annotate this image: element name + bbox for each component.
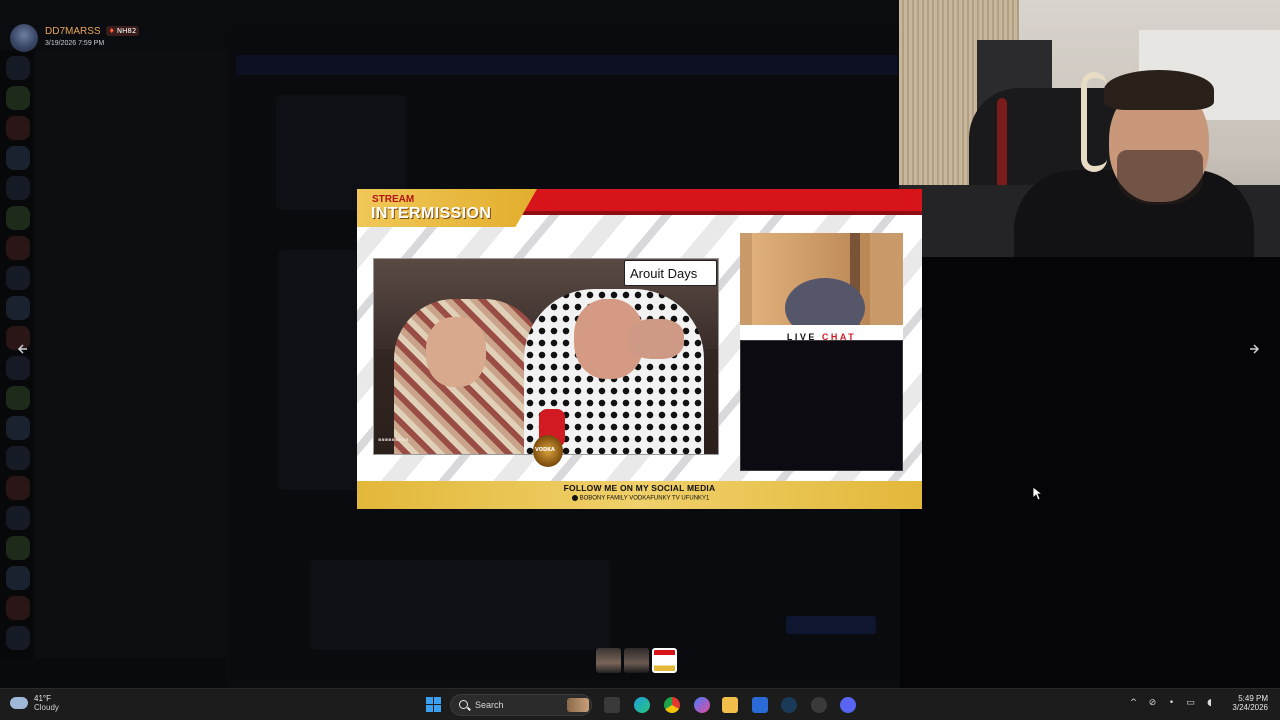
streamer-cam-box [740,233,903,325]
cloud-icon [10,697,28,709]
display-icon[interactable]: ▭ [1185,698,1196,709]
user-panel [0,658,226,688]
server-icon [6,476,30,500]
footer-handles-text: BOBONY FAMILY VODKAFUNKY TV UFUNKY1 [579,495,710,502]
server-icon [6,296,30,320]
viewing-older-messages [648,616,898,634]
next-image-button[interactable] [1245,340,1263,358]
red-band-shadow [507,211,922,215]
network-icon[interactable]: ⊘ [1147,698,1158,709]
image-viewer[interactable]: STREAM INTERMISSION ▪▪▪▪▪▪▪▪▪ VODKA Arou… [357,189,922,509]
file-explorer-icon[interactable] [722,697,738,713]
channel-list [36,50,226,680]
windows-start-button[interactable] [426,697,442,713]
flame-icon: ♦ [108,27,115,35]
taskbar-search[interactable]: Search [450,694,592,716]
message-timestamp: 3/19/2026 7:59 PM [45,40,105,47]
intermission-title: INTERMISSION [371,205,492,222]
weather-condition: Cloudy [34,703,59,712]
live-chat-label: LIVE CHAT [740,325,903,342]
video-caption-text: Arouit Days [630,266,698,281]
server-icon [6,176,30,200]
server-tag-badge: ♦ NH82 [105,26,140,36]
server-icon [6,446,30,470]
weather-widget[interactable]: 41°F Cloudy [10,694,59,712]
search-highlight-icon [567,698,589,712]
server-icon [6,236,30,260]
notice-banner [236,55,898,75]
thumbnail-selected[interactable] [652,648,677,673]
search-label: Search [475,700,504,710]
server-icon [6,416,30,440]
jump-to-present-button[interactable] [786,616,876,634]
server-icon [6,506,30,530]
video-caption: Arouit Days [624,260,717,286]
chrome-icon[interactable] [664,697,680,713]
author-name[interactable]: DD7MARSS [45,26,101,37]
webcam-overlay [899,0,1280,257]
server-icon [6,206,30,230]
server-icon [6,536,30,560]
red-band [517,189,922,213]
volume-icon[interactable]: ◖ [1204,698,1215,709]
search-icon [459,700,468,709]
clock-time: 5:49 PM [1238,694,1268,703]
server-rail [0,50,34,680]
thumbnail[interactable] [596,648,621,673]
server-icon [6,356,30,380]
server-icon [6,596,30,620]
avatar[interactable] [10,24,38,52]
server-icon [6,626,30,650]
previous-image-button[interactable] [15,340,33,358]
weather-temperature: 41°F [34,694,51,703]
edge-icon[interactable] [634,697,650,713]
vodka-logo-text: VODKA [535,447,555,453]
steam-icon[interactable] [781,697,797,713]
obs-icon[interactable] [811,697,827,713]
vodka-logo: VODKA [533,435,563,467]
server-icon [6,86,30,110]
server-icon [6,116,30,140]
copilot-icon[interactable] [694,697,710,713]
server-icon [6,386,30,410]
footer-title: FOLLOW ME ON MY SOCIAL MEDIA [563,483,716,493]
clock-date: 3/24/2026 [1232,703,1268,712]
server-icon [6,566,30,590]
footer-handles: BOBONY FAMILY VODKAFUNKY TV UFUNKY1 [357,495,922,502]
facebook-icon [571,495,578,501]
server-icon [6,56,30,80]
faded-embed [278,250,368,490]
task-view-icon[interactable] [604,697,620,713]
discord-icon[interactable] [840,697,856,713]
mouse-cursor-icon [1033,487,1043,501]
message-author: DD7MARSS ♦ NH82 3/19/2026 7:59 PM [10,24,140,52]
video-frame: ▪▪▪▪▪▪▪▪▪ [373,258,719,455]
beard [1117,150,1203,205]
thumbnail[interactable] [624,648,649,673]
taskbar: 41°F Cloudy Search ^ ⊘ • ▭ ◖ 5:49 PM 3/2… [0,688,1280,720]
intermission-badge: STREAM INTERMISSION [357,189,537,227]
faded-embed [310,560,610,650]
clock[interactable]: 5:49 PM 3/24/2026 [1226,694,1268,712]
server-icon [6,146,30,170]
system-tray: ^ ⊘ • ▭ ◖ [1128,698,1215,709]
server-icon [6,266,30,290]
stream-label: STREAM [372,194,415,205]
chevron-up-icon[interactable]: ^ [1128,698,1139,709]
microphone-icon[interactable]: • [1166,698,1177,709]
arrow-right-icon [1250,344,1260,354]
video-watermark: ▪▪▪▪▪▪▪▪▪ [378,437,409,443]
person-hair [1104,70,1214,110]
thumbnail-strip [596,648,677,673]
arrow-left-icon [17,344,27,354]
social-footer: FOLLOW ME ON MY SOCIAL MEDIA BOBONY FAMI… [357,481,922,509]
store-icon[interactable] [752,697,768,713]
live-chat-box [740,340,903,471]
badge-label: NH82 [116,27,137,35]
screen: DD7MARSS ♦ NH82 3/19/2026 7:59 PM STREAM … [0,0,1280,720]
headset [1081,72,1107,172]
